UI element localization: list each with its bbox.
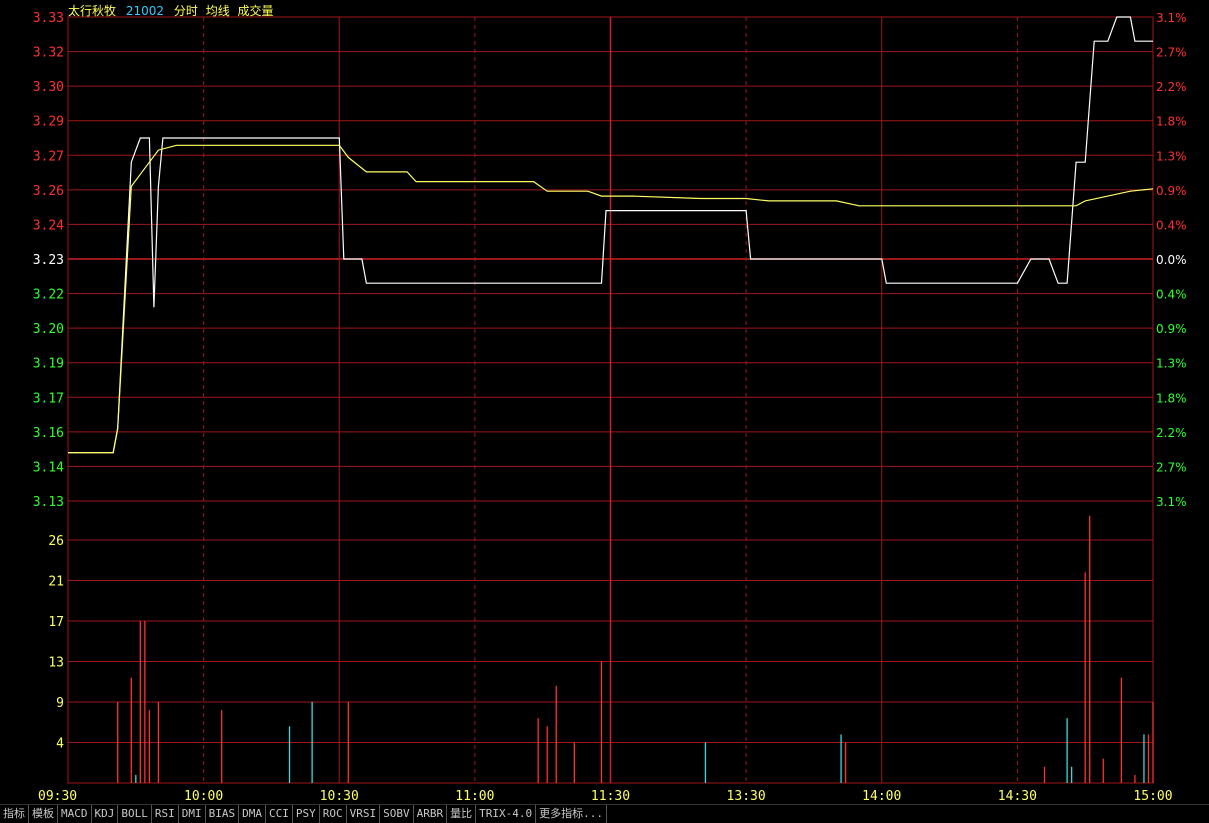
percent-tick-label: 2.2% (1156, 80, 1187, 94)
percent-tick-label: 1.8% (1156, 391, 1187, 405)
percent-tick-label: 0.4% (1156, 288, 1187, 302)
volume-tick-label: 17 (48, 615, 64, 630)
price-tick-label: 3.22 (33, 288, 64, 303)
volume-tick-label: 13 (48, 656, 64, 671)
tab-dma[interactable]: DMA (239, 805, 266, 823)
price-tick-label: 3.20 (33, 322, 64, 337)
time-tick-label: 14:00 (862, 789, 901, 804)
time-tick-label: 10:00 (184, 789, 223, 804)
tab-template[interactable]: 模板 (29, 805, 58, 823)
price-tick-label: 3.16 (33, 426, 64, 441)
time-tick-label: 10:30 (320, 789, 359, 804)
tab-arbr[interactable]: ARBR (414, 805, 448, 823)
percent-tick-label: 1.3% (1156, 357, 1187, 371)
series-label-volume: 成交量 (237, 4, 274, 18)
percent-tick-label: 3.1% (1156, 11, 1187, 25)
percent-tick-label: 0.9% (1156, 322, 1187, 336)
price-tick-label: 3.23 (33, 253, 64, 268)
tab-boll[interactable]: BOLL (118, 805, 152, 823)
price-tick-label: 3.24 (33, 218, 64, 233)
stock-name: 太行秋牧 (68, 4, 117, 18)
time-tick-label: 14:30 (998, 789, 1037, 804)
percent-tick-label: 2.7% (1156, 460, 1187, 474)
stock-code: 21002 (125, 4, 165, 18)
price-tick-label: 3.27 (33, 149, 64, 164)
price-tick-label: 3.30 (33, 80, 64, 95)
percent-tick-label: 2.7% (1156, 46, 1187, 60)
indicator-toolbar: 指标 模板 MACD KDJ BOLL RSI DMI BIAS DMA CCI… (0, 804, 1209, 823)
price-tick-label: 3.17 (33, 391, 64, 406)
price-tick-label: 3.29 (33, 115, 64, 130)
percent-tick-label: 0.0% (1156, 253, 1187, 267)
tab-sobv[interactable]: SOBV (380, 805, 414, 823)
percent-tick-label: 0.4% (1156, 218, 1187, 232)
price-tick-label: 3.19 (33, 357, 64, 372)
tab-kdj[interactable]: KDJ (92, 805, 119, 823)
tab-cci[interactable]: CCI (266, 805, 293, 823)
series-label-price: 分时 (173, 4, 198, 18)
percent-tick-label: 0.9% (1156, 184, 1187, 198)
volume-tick-label: 4 (56, 737, 64, 752)
volume-tick-label: 9 (56, 696, 64, 711)
tab-bias[interactable]: BIAS (206, 805, 240, 823)
price-tick-label: 3.13 (33, 495, 64, 510)
price-tick-label: 3.14 (33, 460, 64, 475)
tab-indicator[interactable]: 指标 (0, 805, 29, 823)
time-tick-label: 09:30 (38, 789, 77, 804)
price-tick-label: 3.33 (33, 11, 64, 26)
tab-vrsi[interactable]: VRSI (347, 805, 381, 823)
time-tick-label: 15:00 (1133, 789, 1172, 804)
percent-tick-label: 1.8% (1156, 115, 1187, 129)
series-label-avg: 均线 (205, 4, 230, 18)
percent-tick-label: 1.3% (1156, 149, 1187, 163)
percent-tick-label: 3.1% (1156, 495, 1187, 509)
tab-psy[interactable]: PSY (293, 805, 320, 823)
time-tick-label: 13:30 (727, 789, 766, 804)
volume-tick-label: 26 (48, 534, 64, 549)
tab-rsi[interactable]: RSI (152, 805, 179, 823)
intraday-chart[interactable]: 3.33 3.1% 3.32 2.7% 3.30 2.2% 3.29 1.8% 3.27 1.3%… (0, 0, 1209, 804)
chart-header: 太行秋牧 21002 分时 均线 成交量 (68, 2, 278, 19)
volume-tick-label: 21 (48, 575, 64, 590)
percent-tick-label: 2.2% (1156, 426, 1187, 440)
time-tick-label: 11:00 (455, 789, 494, 804)
price-tick-label: 3.26 (33, 184, 64, 199)
tab-macd[interactable]: MACD (58, 805, 92, 823)
tab-volume-ratio[interactable]: 量比 (447, 805, 477, 823)
tab-more-indicators[interactable]: 更多指标... (536, 805, 607, 823)
price-tick-label: 3.32 (33, 46, 64, 61)
tab-dmi[interactable]: DMI (179, 805, 206, 823)
tab-trix[interactable]: TRIX-4.0 (476, 805, 537, 823)
tab-roc[interactable]: ROC (320, 805, 347, 823)
time-tick-label: 11:30 (591, 789, 630, 804)
